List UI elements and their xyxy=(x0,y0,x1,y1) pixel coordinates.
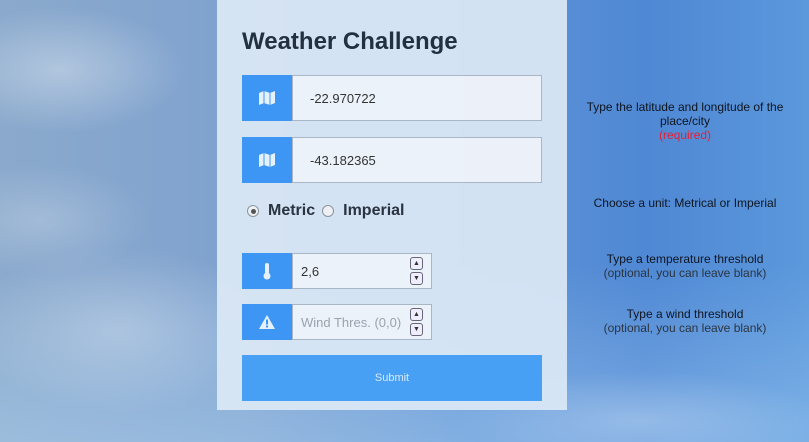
required-note: (required) xyxy=(658,128,712,142)
wind-field: ▲ ▼ xyxy=(242,304,432,340)
radio-selected-dot xyxy=(250,208,256,214)
latitude-input-box xyxy=(292,75,542,121)
location-help: Type the latitude and longitude of the p… xyxy=(575,100,795,142)
metric-radio[interactable] xyxy=(247,205,259,217)
warning-icon xyxy=(242,304,292,340)
temperature-spinner: ▲ ▼ xyxy=(410,257,423,285)
chevron-down-icon[interactable]: ▼ xyxy=(410,323,423,336)
wind-input-box: ▲ ▼ xyxy=(292,304,432,340)
temperature-input-box: ▲ ▼ xyxy=(292,253,432,289)
chevron-up-icon[interactable]: ▲ xyxy=(410,257,423,270)
wind-input[interactable] xyxy=(293,313,410,331)
unit-radio-group: Metric Imperial xyxy=(247,202,411,220)
page-title: Weather Challenge xyxy=(242,28,458,55)
unit-help: Choose a unit: Metrical or Imperial xyxy=(575,196,795,210)
chevron-up-icon[interactable]: ▲ xyxy=(410,308,423,321)
location-help-text: Type the latitude and longitude of the p… xyxy=(586,100,784,128)
chevron-down-icon[interactable]: ▼ xyxy=(410,272,423,285)
longitude-field xyxy=(242,137,542,183)
wind-help-text: Type a wind threshold xyxy=(626,307,744,321)
longitude-input[interactable] xyxy=(293,151,541,169)
longitude-input-box xyxy=(292,137,542,183)
submit-button[interactable]: Submit xyxy=(242,355,542,401)
imperial-label[interactable]: Imperial xyxy=(343,202,404,220)
latitude-field xyxy=(242,75,542,121)
map-icon xyxy=(242,75,292,121)
imperial-radio[interactable] xyxy=(322,205,335,217)
temperature-help: Type a temperature threshold (optional, … xyxy=(575,252,795,280)
wind-spinner: ▲ ▼ xyxy=(410,308,423,336)
map-icon xyxy=(242,137,292,183)
latitude-input[interactable] xyxy=(293,89,541,107)
thermometer-icon xyxy=(242,253,292,289)
wind-help: Type a wind threshold (optional, you can… xyxy=(575,307,795,335)
temperature-optional-note: (optional, you can leave blank) xyxy=(603,266,767,280)
temperature-help-text: Type a temperature threshold xyxy=(606,252,764,266)
temperature-field: ▲ ▼ xyxy=(242,253,432,289)
temperature-input[interactable] xyxy=(293,262,410,280)
wind-optional-note: (optional, you can leave blank) xyxy=(603,321,767,335)
metric-label[interactable]: Metric xyxy=(268,202,315,220)
unit-help-text: Choose a unit: Metrical or Imperial xyxy=(593,196,777,210)
